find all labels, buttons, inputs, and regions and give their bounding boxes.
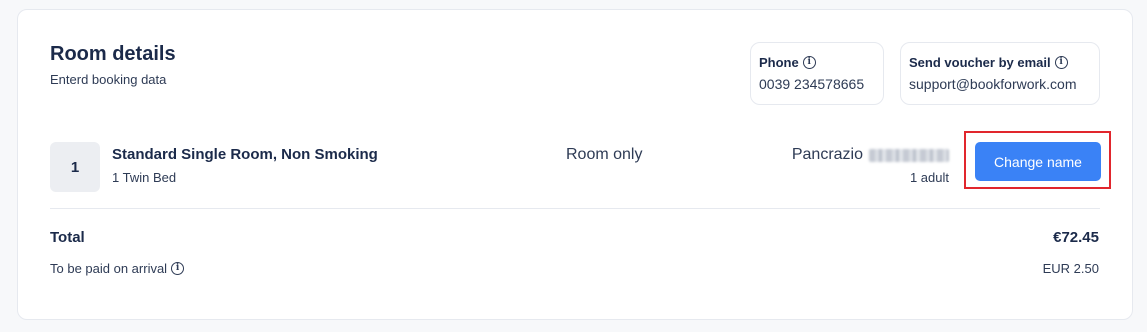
- phone-label-row: Phone i: [759, 55, 875, 70]
- email-value: support@bookforwork.com: [909, 76, 1077, 92]
- pay-on-arrival-row: To be paid on arrival i: [50, 261, 185, 276]
- guest-last-name-redacted: [869, 148, 949, 162]
- email-label-row: Send voucher by email i: [909, 55, 1091, 70]
- guest-first-name: Pancrazio: [791, 146, 863, 163]
- total-label: Total: [50, 229, 85, 246]
- phone-label: Phone: [759, 55, 799, 70]
- page-subtitle: Enterd booking data: [50, 72, 167, 87]
- phone-info-box: Phone i 0039 234578665: [750, 42, 884, 105]
- room-board-type: Room only: [566, 146, 643, 163]
- phone-value: 0039 234578665: [759, 76, 865, 92]
- room-details-card: Room details Enterd booking data Phone i…: [17, 9, 1133, 320]
- email-label: Send voucher by email: [909, 55, 1051, 70]
- info-icon[interactable]: i: [1054, 56, 1068, 69]
- guest-name: Pancrazio: [792, 146, 949, 164]
- info-icon[interactable]: i: [802, 56, 816, 69]
- divider: [50, 208, 1100, 209]
- pay-on-arrival-value: EUR 2.50: [1042, 261, 1099, 276]
- email-info-box: Send voucher by email i support@bookforw…: [900, 42, 1100, 105]
- page-title: Room details: [50, 43, 176, 65]
- room-occupancy: 1 adult: [909, 170, 949, 185]
- change-name-button[interactable]: Change name: [975, 142, 1101, 181]
- total-value: €72.45: [1053, 229, 1099, 246]
- info-icon[interactable]: i: [171, 262, 185, 275]
- room-number-badge: 1: [50, 142, 100, 192]
- room-bed-type: 1 Twin Bed: [112, 170, 177, 185]
- room-name: Standard Single Room, Non Smoking: [112, 146, 378, 163]
- pay-on-arrival-label: To be paid on arrival: [50, 261, 168, 276]
